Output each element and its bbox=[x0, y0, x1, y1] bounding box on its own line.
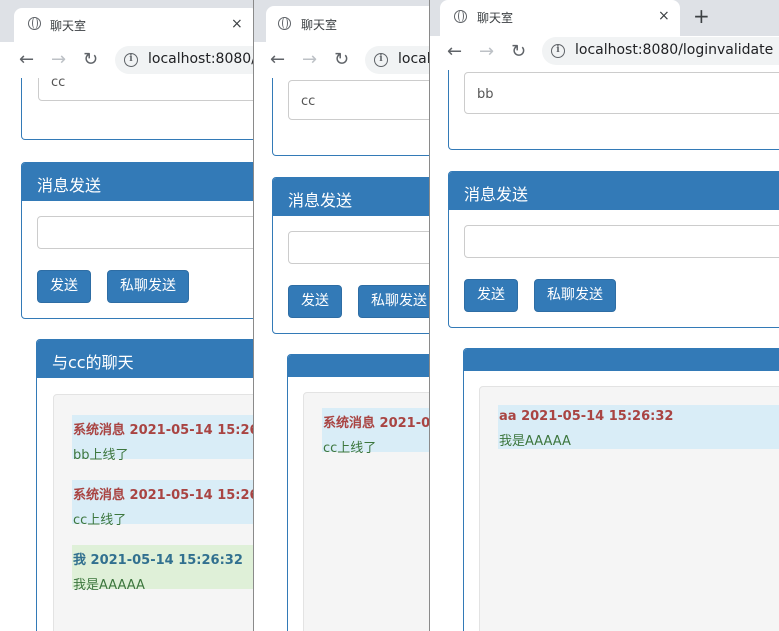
browser-toolbar: ← → ↻ i localhost:8080/loginvalidate bbox=[0, 42, 253, 78]
new-tab-icon[interactable]: + bbox=[693, 4, 710, 28]
message-list: aa 2021-05-14 15:26:32 我是AAAAA bbox=[479, 386, 779, 631]
message-item: 系统消息 2021-05-14 15:26:02 bb上线了 bbox=[72, 415, 253, 463]
forward-icon[interactable]: → bbox=[479, 43, 494, 61]
message-input[interactable] bbox=[464, 225, 779, 258]
chat-panel-title bbox=[288, 355, 430, 377]
chat-panel: 与cc的聊天 系统消息 2021-05-14 15:26:02 bb上线了 系统… bbox=[36, 339, 253, 631]
username-field[interactable]: cc bbox=[288, 80, 430, 120]
globe-icon bbox=[278, 17, 291, 30]
send-button[interactable]: 发送 bbox=[464, 279, 518, 312]
tab-strip: 聊天室 × bbox=[0, 0, 253, 48]
back-icon[interactable]: ← bbox=[19, 51, 34, 69]
back-icon[interactable]: ← bbox=[447, 43, 462, 61]
user-panel: cc bbox=[272, 78, 430, 156]
reload-icon[interactable]: ↻ bbox=[83, 51, 98, 69]
url-text: localhost:8080/loginvalidate bbox=[398, 51, 430, 67]
send-panel-title: 消息发送 bbox=[22, 163, 253, 201]
page-content: bb 消息发送 发送 私聊发送 aa 2021-05-14 15:26:32 我… bbox=[430, 70, 779, 631]
private-send-button[interactable]: 私聊发送 bbox=[358, 285, 430, 318]
user-panel: bb bbox=[448, 70, 779, 150]
message-input[interactable] bbox=[288, 231, 430, 264]
username-field[interactable]: bb bbox=[464, 72, 779, 114]
message-item: aa 2021-05-14 15:26:32 我是AAAAA bbox=[498, 405, 779, 449]
send-panel: 消息发送 发送 私聊发送 bbox=[448, 171, 779, 328]
tab-chatroom[interactable]: 聊天室 × bbox=[440, 0, 680, 36]
url-text: localhost:8080/loginvalidate bbox=[575, 42, 774, 58]
tab-title: 聊天室 bbox=[477, 11, 514, 25]
address-bar[interactable]: i localhost:8080/loginvalidate bbox=[542, 37, 779, 65]
site-info-icon[interactable]: i bbox=[124, 53, 138, 67]
message-header: 系统消息 2021-05-14 15:26:08 bbox=[323, 416, 430, 431]
back-icon[interactable]: ← bbox=[270, 51, 285, 69]
chat-panel: 系统消息 2021-05-14 15:26:08 cc上线了 bbox=[287, 354, 430, 631]
message-list: 系统消息 2021-05-14 15:26:02 bb上线了 系统消息 2021… bbox=[53, 394, 253, 631]
message-item: 我 2021-05-14 15:26:32 我是AAAAA bbox=[72, 545, 253, 593]
browser-toolbar: ← → ↻ i localhost:8080/loginvalidate bbox=[254, 42, 430, 78]
private-send-button[interactable]: 私聊发送 bbox=[107, 270, 189, 303]
close-tab-icon[interactable]: × bbox=[231, 16, 243, 32]
private-send-button[interactable]: 私聊发送 bbox=[534, 279, 616, 312]
globe-icon bbox=[28, 17, 41, 30]
site-info-icon[interactable]: i bbox=[551, 44, 565, 58]
forward-icon[interactable]: → bbox=[51, 51, 66, 69]
page-content: cc 消息发送 发送 私聊发送 与cc的聊天 系统消息 2021-05-14 1… bbox=[0, 78, 253, 631]
message-body: cc上线了 bbox=[73, 513, 127, 528]
username-field[interactable]: cc bbox=[38, 78, 253, 101]
chat-panel-title bbox=[464, 349, 779, 371]
message-body: bb上线了 bbox=[73, 448, 129, 463]
chat-panel: aa 2021-05-14 15:26:32 我是AAAAA bbox=[463, 348, 779, 631]
globe-icon bbox=[454, 10, 467, 23]
send-button[interactable]: 发送 bbox=[37, 270, 91, 303]
chat-panel-title: 与cc的聊天 bbox=[37, 340, 253, 378]
browser-toolbar: ← → ↻ i localhost:8080/loginvalidate bbox=[430, 36, 779, 72]
reload-icon[interactable]: ↻ bbox=[334, 51, 349, 69]
message-header: 系统消息 2021-05-14 15:26:02 bbox=[73, 423, 253, 438]
message-body: 我是AAAAA bbox=[73, 578, 145, 593]
reload-icon[interactable]: ↻ bbox=[511, 43, 526, 61]
address-bar[interactable]: i localhost:8080/loginvalidate bbox=[115, 46, 253, 74]
message-list: 系统消息 2021-05-14 15:26:08 cc上线了 bbox=[303, 392, 430, 631]
send-button[interactable]: 发送 bbox=[288, 285, 342, 318]
forward-icon[interactable]: → bbox=[302, 51, 317, 69]
message-header: 我 2021-05-14 15:26:32 bbox=[73, 553, 243, 568]
user-panel: cc bbox=[21, 78, 253, 140]
tab-strip: 聊天室 bbox=[254, 0, 430, 48]
send-panel: 消息发送 发送 私聊发送 bbox=[272, 177, 430, 334]
close-tab-icon[interactable]: × bbox=[658, 8, 670, 24]
url-text: localhost:8080/loginvalidate bbox=[148, 51, 253, 67]
page-content: cc 消息发送 发送 私聊发送 系统消息 2021-05-14 15:26:08… bbox=[254, 78, 430, 631]
browser-window-2: 聊天室 ← → ↻ i localhost:8080/loginvalidate… bbox=[253, 0, 430, 631]
send-panel-title: 消息发送 bbox=[449, 172, 779, 210]
site-info-icon[interactable]: i bbox=[374, 53, 388, 67]
message-body: 我是AAAAA bbox=[499, 434, 571, 449]
address-bar[interactable]: i localhost:8080/loginvalidate bbox=[365, 46, 430, 74]
tab-title: 聊天室 bbox=[301, 18, 338, 32]
message-item: 系统消息 2021-05-14 15:26:08 cc上线了 bbox=[72, 480, 253, 528]
message-header: 系统消息 2021-05-14 15:26:08 bbox=[73, 488, 253, 503]
message-input[interactable] bbox=[37, 216, 253, 249]
message-item: 系统消息 2021-05-14 15:26:08 cc上线了 bbox=[322, 408, 430, 456]
browser-window-3: 聊天室 × + ← → ↻ i localhost:8080/loginvali… bbox=[429, 0, 779, 631]
message-body: cc上线了 bbox=[323, 441, 377, 456]
browser-window-1: 聊天室 × ← → ↻ i localhost:8080/loginvalida… bbox=[0, 0, 253, 631]
send-panel: 消息发送 发送 私聊发送 bbox=[21, 162, 253, 319]
message-header: aa 2021-05-14 15:26:32 bbox=[499, 409, 674, 424]
send-panel-title: 消息发送 bbox=[273, 178, 430, 216]
tab-strip: 聊天室 × + bbox=[430, 0, 779, 36]
tab-title: 聊天室 bbox=[50, 19, 87, 33]
